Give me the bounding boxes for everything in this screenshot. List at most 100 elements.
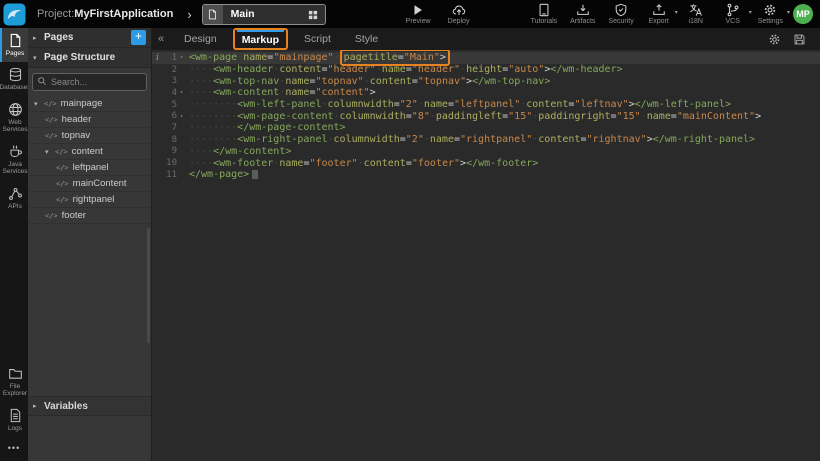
topbar-action-settings[interactable]: ▾Settings	[758, 3, 783, 25]
editor-tabs: Design Markup Script Style	[170, 28, 386, 50]
topbar-action-artifacts[interactable]: Artifacts	[570, 3, 595, 25]
gutter[interactable]: 4▾	[152, 88, 186, 98]
folder-icon	[8, 366, 23, 381]
tab-markup[interactable]: Markup	[235, 33, 286, 48]
code-line-11[interactable]: 11</wm-page>	[152, 169, 820, 181]
sidebar-item-file-explorer[interactable]: File Explorer	[0, 361, 28, 403]
markup-settings-gear-icon[interactable]	[768, 33, 781, 46]
sidebar-top-group: PagesDatabasesWeb ServicesJava Services A…	[0, 28, 28, 215]
tree-node-leftpanel[interactable]: </>leftpanel	[28, 160, 151, 176]
project-label: Project:	[37, 8, 74, 20]
sidebar-item-label: APIs	[8, 203, 22, 210]
wavemaker-logo-icon[interactable]	[3, 3, 26, 26]
collapse-panel-button[interactable]: «	[152, 33, 170, 45]
tree-node-topnav[interactable]: </> topnav	[28, 128, 151, 144]
action-label: Settings	[758, 18, 783, 25]
grid-icon[interactable]	[307, 8, 319, 20]
sidebar-item-apis[interactable]: APIs	[0, 181, 28, 215]
add-page-button[interactable]: +	[131, 30, 146, 45]
tree-node-label: topnav	[62, 130, 91, 141]
fold-arrow-icon[interactable]: ▾	[177, 113, 186, 120]
widget-code-icon: </>	[45, 132, 58, 140]
gutter[interactable]: 7	[152, 123, 186, 133]
sidebar-item-databases[interactable]: Databases	[0, 62, 28, 96]
project-title: MyFirstApplication	[74, 8, 173, 20]
gutter[interactable]: 2	[152, 65, 186, 75]
topbar-action-vcs[interactable]: ▾VCS	[721, 3, 745, 25]
fold-arrow-icon[interactable]: ▾	[177, 89, 186, 96]
code-line-2[interactable]: 2····<wm-header·content="header"·name="h…	[152, 64, 820, 76]
topbar-action-deploy[interactable]: Deploy	[447, 3, 471, 25]
gutter[interactable]: 10	[152, 158, 186, 168]
more-options-button[interactable]: •••	[0, 437, 28, 459]
widget-code-icon: </>	[56, 164, 69, 172]
tree-node-content[interactable]: ▾</>content	[28, 144, 151, 160]
code-line-9[interactable]: 9 ····</wm-content>	[152, 146, 820, 158]
triangle-down-icon[interactable]: ▾	[34, 100, 44, 108]
annotation-highlight-box: Markup	[233, 28, 288, 50]
code-line-3[interactable]: 3····<wm-top-nav·name="topnav"·content="…	[152, 75, 820, 87]
code-line-5[interactable]: 5········<wm-left-panel·columnwidth="2"·…	[152, 99, 820, 111]
line-number: 9	[172, 146, 177, 156]
gutter[interactable]: 3	[152, 76, 186, 86]
variables-section-header[interactable]: ▸ Variables	[28, 396, 151, 416]
code-line-6[interactable]: 6▾········<wm-page-content·columnwidth="…	[152, 110, 820, 122]
code-text: ····</wm-content>	[186, 146, 291, 157]
editor-area: « Design Markup Script Style i1▾<wm-page·na…	[152, 28, 820, 461]
topbar-action-i18n[interactable]: i18N	[684, 3, 708, 25]
topbar-action-preview[interactable]: Preview	[406, 3, 431, 25]
gutter[interactable]: 9	[152, 146, 186, 156]
action-label: i18N	[689, 18, 703, 25]
code-text: <wm-page·name="mainpage"·pagetitle="Main…	[186, 52, 450, 63]
sidebar-item-logs[interactable]: Logs	[0, 403, 28, 437]
fold-arrow-icon[interactable]: ▾	[177, 54, 186, 61]
page-structure-header[interactable]: ▾ Page Structure	[28, 48, 151, 68]
gutter[interactable]: 11	[152, 170, 186, 180]
code-text: ········</wm-page-content>	[186, 122, 346, 133]
page-tab-label: Main	[223, 8, 307, 20]
widget-code-icon: </>	[44, 100, 57, 108]
gutter[interactable]: 8	[152, 135, 186, 145]
tab-design[interactable]: Design	[176, 31, 225, 47]
triangle-down-icon[interactable]: ▾	[45, 148, 55, 156]
wavemaker-studio: Project:MyFirstApplication › Main Previe…	[0, 0, 820, 461]
sidebar-item-java-services[interactable]: Java Services	[0, 139, 28, 181]
line-number: 5	[172, 100, 177, 110]
tree-node-rightpanel[interactable]: </>rightpanel	[28, 192, 151, 208]
code-line-10[interactable]: 10····<wm-footer·name="footer"·content="…	[152, 157, 820, 169]
topbar-action-security[interactable]: Security	[608, 3, 633, 25]
panel-scrollbar-thumb[interactable]	[147, 228, 150, 343]
java-icon	[8, 144, 23, 159]
save-icon[interactable]	[793, 33, 806, 46]
variables-title: Variables	[44, 401, 88, 412]
code-line-4[interactable]: 4▾····<wm-content·name="content">	[152, 87, 820, 99]
tree-node-maincontent[interactable]: </>mainContent	[28, 176, 151, 192]
page-tab-main[interactable]: Main	[202, 4, 326, 25]
i18n-icon	[689, 3, 703, 17]
gutter[interactable]: 5	[152, 100, 186, 110]
topbar-action-export[interactable]: ▾Export	[647, 3, 671, 25]
editor-tabs-bar: « Design Markup Script Style	[152, 28, 820, 50]
sidebar-item-web-services[interactable]: Web Services	[0, 97, 28, 139]
tab-style[interactable]: Style	[347, 31, 386, 47]
user-avatar[interactable]: MP	[793, 4, 813, 24]
markup-code-editor[interactable]: i1▾<wm-page·name="mainpage"·pagetitle="M…	[152, 50, 820, 461]
tab-script[interactable]: Script	[296, 31, 339, 47]
project-name: Project:MyFirstApplication	[37, 8, 173, 20]
sidebar-item-pages[interactable]: Pages	[0, 28, 28, 62]
search-input[interactable]	[32, 73, 147, 91]
gutter[interactable]: i1▾	[152, 53, 186, 63]
code-line-8[interactable]: 8········<wm-right-panel·columnwidth="2"…	[152, 134, 820, 146]
topbar-actions-left: Preview Deploy Tutorials	[406, 3, 558, 25]
gutter[interactable]: 6▾	[152, 111, 186, 121]
triangle-right-icon: ▸	[33, 34, 42, 42]
code-line-1[interactable]: i1▾<wm-page·name="mainpage"·pagetitle="M…	[152, 52, 820, 64]
tree-node-mainpage[interactable]: ▾</>mainpage	[28, 96, 151, 112]
tree-node-header[interactable]: </>header	[28, 112, 151, 128]
line-number: 11	[166, 170, 177, 180]
code-line-7[interactable]: 7········</wm-page-content>	[152, 122, 820, 134]
pages-section-header[interactable]: ▸ Pages +	[28, 28, 151, 48]
tree-node-footer[interactable]: </>footer	[28, 208, 151, 224]
topbar-action-tutorials[interactable]: Tutorials	[531, 3, 558, 25]
code-text: ····<wm-content·name="content">	[186, 87, 376, 98]
